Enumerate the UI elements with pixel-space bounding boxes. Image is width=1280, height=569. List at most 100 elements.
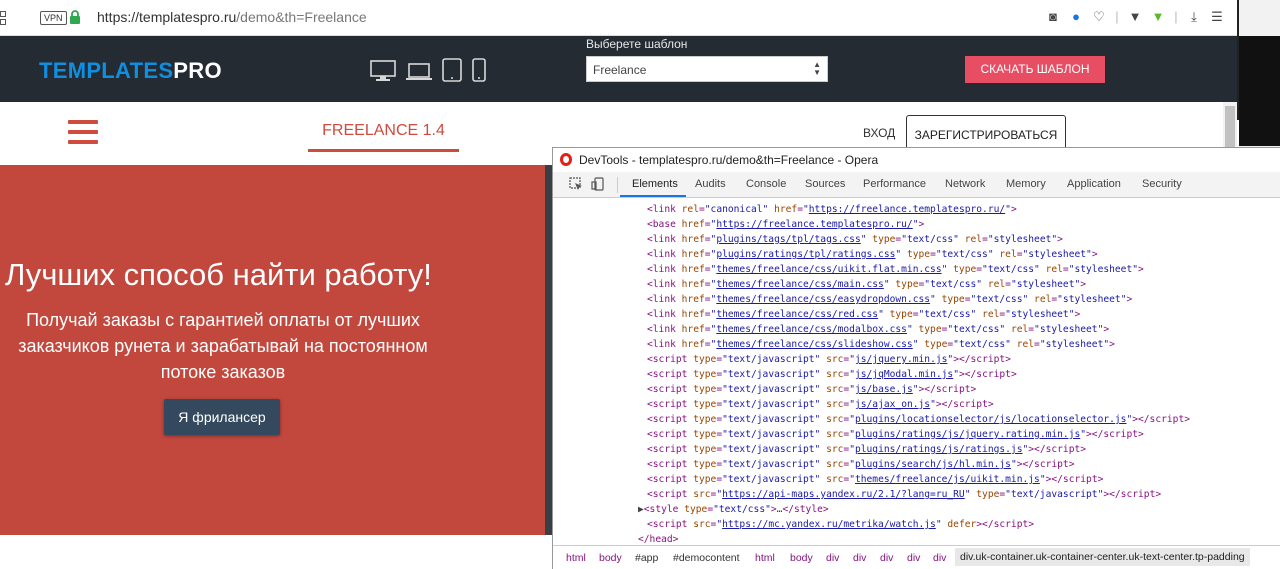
inspect-element-icon[interactable]: [569, 177, 583, 191]
elements-dom-tree: <link rel="canonical" href="https://free…: [553, 199, 1280, 545]
dom-line[interactable]: <script type="text/javascript" src="plug…: [647, 442, 1086, 457]
dom-line[interactable]: <link href="themes/freelance/css/easydro…: [647, 292, 1132, 307]
dom-link[interactable]: themes/freelance/css/uikit.flat.min.css: [716, 264, 941, 275]
dom-link[interactable]: https://api-maps.yandex.ru/2.1/?lang=ru_…: [722, 489, 965, 500]
dom-line[interactable]: <link href="plugins/ratings/tpl/ratings.…: [647, 247, 1098, 262]
dom-line[interactable]: <script src="https://mc.yandex.ru/metrik…: [647, 517, 1034, 532]
devtools-title: DevTools - templatespro.ru/demo&th=Freel…: [579, 153, 879, 167]
dom-line[interactable]: <link href="themes/freelance/css/modalbo…: [647, 322, 1109, 337]
crumb[interactable]: div: [907, 552, 920, 564]
page-scrollbar-thumb[interactable]: [1225, 106, 1235, 150]
dom-line[interactable]: </head>: [638, 532, 678, 545]
devtools-titlebar[interactable]: DevTools - templatespro.ru/demo&th=Freel…: [553, 148, 1280, 172]
url-field[interactable]: https://templatespro.ru/demo&th=Freelanc…: [97, 9, 367, 25]
crumb[interactable]: html: [755, 552, 775, 564]
tab-sources[interactable]: Sources: [805, 178, 845, 190]
dom-line[interactable]: <script type="text/javascript" src="them…: [647, 472, 1103, 487]
vpn-filter-icon[interactable]: ▼: [1128, 9, 1142, 25]
dom-link[interactable]: themes/freelance/css/modalbox.css: [716, 324, 907, 335]
dom-link[interactable]: themes/freelance/css/slideshow.css: [716, 339, 912, 350]
dom-line[interactable]: <script src="https://api-maps.yandex.ru/…: [647, 487, 1161, 502]
dom-line[interactable]: <link href="plugins/tags/tpl/tags.css" t…: [647, 232, 1063, 247]
dom-link[interactable]: themes/freelance/css/easydropdown.css: [716, 294, 930, 305]
dom-line-collapsed[interactable]: ▶<style type="text/css">…</style>: [638, 502, 829, 517]
freelancer-button[interactable]: Я фрилансер: [164, 399, 280, 435]
settings-icon[interactable]: ☰: [1210, 9, 1224, 25]
dom-line[interactable]: <script type="text/javascript" src="js/b…: [647, 382, 976, 397]
heart-icon[interactable]: ♡: [1092, 9, 1106, 25]
tab-application[interactable]: Application: [1067, 178, 1121, 190]
dom-link[interactable]: themes/freelance/js/uikit.min.js: [855, 474, 1040, 485]
dom-line[interactable]: <script type="text/javascript" src="plug…: [647, 412, 1190, 427]
separator-icon: |: [1174, 9, 1178, 24]
dom-link[interactable]: plugins/ratings/js/ratings.js: [855, 444, 1023, 455]
tab-memory[interactable]: Memory: [1006, 178, 1046, 190]
phone-icon[interactable]: [472, 58, 486, 82]
template-select[interactable]: Freelance ▲ ▼: [586, 56, 828, 82]
hamburger-menu-icon[interactable]: [68, 120, 98, 144]
crumb[interactable]: div: [933, 552, 946, 564]
dom-line[interactable]: <script type="text/javascript" src="js/a…: [647, 397, 994, 412]
dom-link[interactable]: https://freelance.templatespro.ru/: [716, 219, 912, 230]
dom-link[interactable]: themes/freelance/css/main.css: [716, 279, 884, 290]
dom-line[interactable]: <link href="themes/freelance/css/main.cs…: [647, 277, 1086, 292]
dom-line[interactable]: <base href="https://freelance.templatesp…: [647, 217, 924, 232]
dom-line[interactable]: <link rel="canonical" href="https://free…: [647, 202, 1017, 217]
tabs-grid-icon[interactable]: [0, 11, 8, 25]
download-template-button[interactable]: СКАЧАТЬ ШАБЛОН: [965, 56, 1105, 83]
dom-line[interactable]: <script type="text/javascript" src="plug…: [647, 427, 1144, 442]
dom-line[interactable]: <link href="themes/freelance/css/red.css…: [647, 307, 1080, 322]
devtools-window: DevTools - templatespro.ru/demo&th=Freel…: [552, 147, 1280, 569]
login-link[interactable]: ВХОД: [863, 126, 895, 140]
crumb[interactable]: body: [790, 552, 813, 564]
download-icon[interactable]: ⤓: [1187, 9, 1201, 25]
dom-link[interactable]: plugins/locationselector/js/locationsele…: [855, 414, 1126, 425]
dom-link[interactable]: themes/freelance/css/red.css: [716, 309, 878, 320]
laptop-icon[interactable]: [406, 62, 432, 82]
vpn-badge[interactable]: VPN: [40, 11, 67, 25]
crumb-selected[interactable]: div.uk-container.uk-container-center.uk-…: [955, 548, 1250, 566]
dom-link[interactable]: js/base.js: [855, 384, 913, 395]
crumb[interactable]: #app: [635, 552, 658, 564]
dom-link[interactable]: plugins/search/js/hl.min.js: [855, 459, 1011, 470]
dom-link[interactable]: plugins/tags/tpl/tags.css: [716, 234, 860, 245]
crumb[interactable]: div: [880, 552, 893, 564]
dom-link[interactable]: plugins/ratings/tpl/ratings.css: [716, 249, 895, 260]
crumb[interactable]: #democontent: [673, 552, 740, 564]
dom-line[interactable]: <script type="text/javascript" src="js/j…: [647, 367, 1017, 382]
dom-link[interactable]: js/jqModal.min.js: [855, 369, 953, 380]
dom-link[interactable]: https://freelance.templatespro.ru/: [809, 204, 1005, 215]
tab-audits[interactable]: Audits: [695, 178, 726, 190]
dom-line[interactable]: <link href="themes/freelance/css/uikit.f…: [647, 262, 1144, 277]
dom-link[interactable]: js/jquery.min.js: [855, 354, 947, 365]
extension-icon[interactable]: ▼: [1151, 9, 1165, 25]
tab-performance[interactable]: Performance: [863, 178, 926, 190]
device-toolbar-icon[interactable]: [591, 177, 605, 191]
dom-line[interactable]: <script type="text/javascript" src="js/j…: [647, 352, 1011, 367]
tab-security[interactable]: Security: [1142, 178, 1182, 190]
url-path: /demo&th=Freelance: [236, 9, 367, 25]
dom-link[interactable]: https://mc.yandex.ru/metrika/watch.js: [722, 519, 936, 530]
tablet-icon[interactable]: [442, 58, 462, 82]
crumb[interactable]: body: [599, 552, 622, 564]
crumb[interactable]: html: [566, 552, 586, 564]
devtools-breadcrumb: html body #app #democontent html body di…: [553, 545, 1280, 569]
dom-link[interactable]: js/ajax_on.js: [855, 399, 930, 410]
camera-icon[interactable]: ◙: [1046, 9, 1060, 25]
nav-title[interactable]: FREELANCE 1.4: [308, 122, 459, 140]
tab-console[interactable]: Console: [746, 178, 786, 190]
url-domain: https://templatespro.ru: [97, 9, 237, 25]
dom-line[interactable]: <script type="text/javascript" src="plug…: [647, 457, 1074, 472]
active-tab-indicator: [620, 195, 686, 197]
desktop-icon[interactable]: [370, 60, 396, 82]
tab-network[interactable]: Network: [945, 178, 985, 190]
hero-text: Получай заказы с гарантией оплаты от луч…: [18, 310, 428, 382]
shield-check-icon[interactable]: ●: [1069, 9, 1083, 25]
dom-line[interactable]: <link href="themes/freelance/css/slidesh…: [647, 337, 1115, 352]
dom-link[interactable]: plugins/ratings/js/jquery.rating.min.js: [855, 429, 1080, 440]
nav-title-underline: [308, 149, 459, 152]
logo[interactable]: TEMPLATESPRO: [39, 58, 222, 84]
crumb[interactable]: div: [826, 552, 839, 564]
tab-elements[interactable]: Elements: [632, 178, 678, 190]
crumb[interactable]: div: [853, 552, 866, 564]
